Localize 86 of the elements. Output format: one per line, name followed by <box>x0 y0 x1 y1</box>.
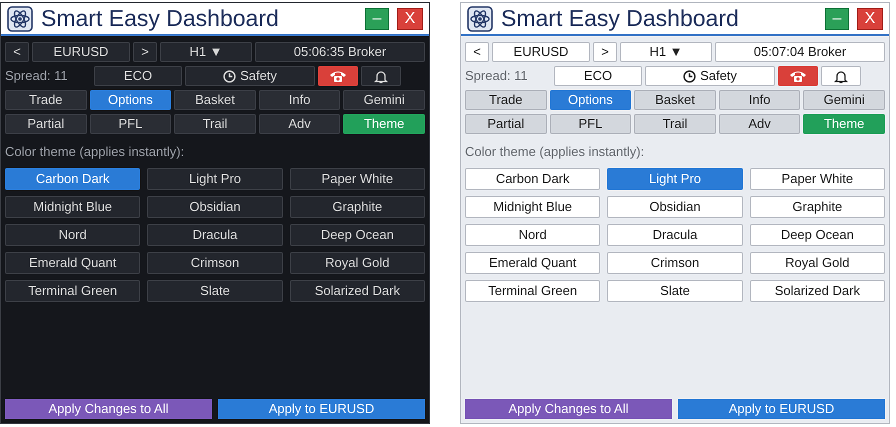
theme-option[interactable]: Terminal Green <box>465 280 600 302</box>
apply-all-button[interactable]: Apply Changes to All <box>5 399 212 419</box>
safety-button[interactable]: Safety <box>185 66 315 86</box>
theme-option[interactable]: Slate <box>147 280 283 302</box>
theme-option[interactable]: Dracula <box>607 224 743 246</box>
eco-button[interactable]: ECO <box>94 66 182 86</box>
tab[interactable]: Options <box>90 90 172 110</box>
tab[interactable]: Info <box>718 90 800 110</box>
tab[interactable]: Gemini <box>803 90 885 110</box>
theme-option[interactable]: Dracula <box>147 224 283 246</box>
notification-button[interactable] <box>821 66 861 86</box>
bell-icon <box>834 68 848 84</box>
eco-button[interactable]: ECO <box>554 66 642 86</box>
theme-option[interactable]: Carbon Dark <box>465 168 600 190</box>
spread-label: Spread: 11 <box>5 67 69 86</box>
theme-option[interactable]: Emerald Quant <box>465 252 600 274</box>
timeframe-dropdown[interactable]: H1 ▼ <box>160 42 252 62</box>
phone-icon <box>789 69 807 83</box>
notification-button[interactable] <box>361 66 401 86</box>
tab[interactable]: PFL <box>90 114 172 134</box>
symbol-button[interactable]: EURUSD <box>32 42 130 62</box>
tab[interactable]: Basket <box>174 90 256 110</box>
tab[interactable]: Info <box>258 90 340 110</box>
theme-option[interactable]: Carbon Dark <box>5 168 140 190</box>
close-button[interactable]: X <box>397 8 423 30</box>
theme-option[interactable]: Graphite <box>290 196 425 218</box>
window-title: Smart Easy Dashboard <box>501 4 740 34</box>
clock-icon <box>223 70 236 82</box>
tab[interactable]: Adv <box>718 114 800 134</box>
theme-option[interactable]: Crimson <box>147 252 283 274</box>
theme-option[interactable]: Solarized Dark <box>290 280 425 302</box>
next-symbol-button[interactable]: > <box>593 42 617 62</box>
alarm-button[interactable] <box>318 66 358 86</box>
theme-option[interactable]: Slate <box>607 280 743 302</box>
theme-option[interactable]: Royal Gold <box>290 252 425 274</box>
window-title: Smart Easy Dashboard <box>41 4 280 34</box>
tab[interactable]: PFL <box>550 114 632 134</box>
safety-button[interactable]: Safety <box>645 66 775 86</box>
clock-icon <box>683 70 696 82</box>
tab[interactable]: Trail <box>634 114 716 134</box>
atom-icon <box>7 6 33 32</box>
theme-option[interactable]: Paper White <box>750 168 885 190</box>
tab[interactable]: Partial <box>5 114 87 134</box>
theme-option[interactable]: Obsidian <box>147 196 283 218</box>
alarm-button[interactable] <box>778 66 818 86</box>
apply-symbol-button[interactable]: Apply to EURUSD <box>678 399 885 419</box>
theme-option[interactable]: Nord <box>5 224 140 246</box>
apply-symbol-button[interactable]: Apply to EURUSD <box>218 399 425 419</box>
theme-option[interactable]: Nord <box>465 224 600 246</box>
theme-option[interactable]: Light Pro <box>607 168 743 190</box>
phone-icon <box>329 69 347 83</box>
theme-option[interactable]: Graphite <box>750 196 885 218</box>
spread-label: Spread: 11 <box>465 67 529 86</box>
next-symbol-button[interactable]: > <box>133 42 157 62</box>
theme-option[interactable]: Obsidian <box>607 196 743 218</box>
symbol-button[interactable]: EURUSD <box>492 42 590 62</box>
theme-option[interactable]: Deep Ocean <box>290 224 425 246</box>
tab[interactable]: Partial <box>465 114 547 134</box>
previous-symbol-button[interactable]: < <box>5 42 29 62</box>
theme-section-label: Color theme (applies instantly): <box>465 143 646 161</box>
theme-option[interactable]: Solarized Dark <box>750 280 885 302</box>
broker-clock: 05:06:35 Broker <box>255 42 425 62</box>
previous-symbol-button[interactable]: < <box>465 42 489 62</box>
theme-option[interactable]: Emerald Quant <box>5 252 140 274</box>
theme-section-label: Color theme (applies instantly): <box>5 143 186 161</box>
bell-icon <box>374 68 388 84</box>
close-button[interactable]: X <box>857 8 883 30</box>
tab[interactable]: Trail <box>174 114 256 134</box>
theme-option[interactable]: Deep Ocean <box>750 224 885 246</box>
theme-option[interactable]: Midnight Blue <box>465 196 600 218</box>
theme-option[interactable]: Crimson <box>607 252 743 274</box>
tab[interactable]: Adv <box>258 114 340 134</box>
tab[interactable]: Trade <box>5 90 87 110</box>
timeframe-dropdown[interactable]: H1 ▼ <box>620 42 712 62</box>
tab[interactable]: Options <box>550 90 632 110</box>
broker-clock: 05:07:04 Broker <box>715 42 885 62</box>
tab[interactable]: Basket <box>634 90 716 110</box>
atom-icon <box>467 6 493 32</box>
apply-all-button[interactable]: Apply Changes to All <box>465 399 672 419</box>
theme-option[interactable]: Royal Gold <box>750 252 885 274</box>
theme-option[interactable]: Midnight Blue <box>5 196 140 218</box>
tab[interactable]: Trade <box>465 90 547 110</box>
tab[interactable]: Gemini <box>343 90 425 110</box>
theme-option[interactable]: Terminal Green <box>5 280 140 302</box>
theme-option[interactable]: Paper White <box>290 168 425 190</box>
theme-option[interactable]: Light Pro <box>147 168 283 190</box>
